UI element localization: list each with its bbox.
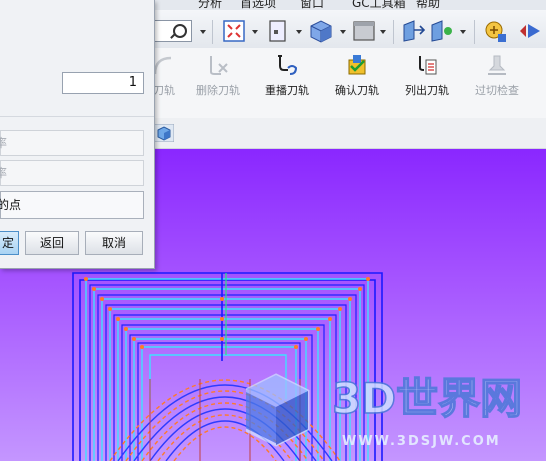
verify-toolpath-icon [348,55,366,75]
clip-section-icon[interactable] [400,19,426,43]
toolbar-divider [393,20,394,44]
list-toolpath-icon [419,56,437,75]
back-button[interactable]: 返回 [25,231,79,255]
gouge-check-button[interactable]: 过切检查 [468,48,526,118]
delete-toolpath-icon [210,56,228,75]
site-watermark: 3D世界网 WWW.3DSJW.COM [246,373,523,449]
chevron-down-icon[interactable] [252,30,258,34]
background-icon[interactable] [352,19,376,43]
gouge-check-icon [488,55,506,75]
watermark-title: 3D世界网 [332,374,522,423]
chevron-down-icon[interactable] [460,30,466,34]
verify-toolpath-button[interactable]: 确认刀轨 [328,48,386,118]
play-icon[interactable] [516,19,544,43]
tool-label: 列出刀轨 [405,84,449,97]
snap-view-icon[interactable] [266,19,290,43]
toolbar-divider [474,20,475,44]
point-field[interactable]: 的点 [0,191,144,219]
toolbar-divider [212,20,213,44]
delete-toolpath-button[interactable]: 删除刀轨 [190,48,246,118]
cancel-button[interactable]: 取消 [85,231,143,255]
chevron-down-icon[interactable] [200,30,206,34]
chevron-down-icon[interactable] [340,30,346,34]
rate-field-2[interactable]: 率 [0,160,144,186]
assembly-navigator-icon[interactable] [482,19,508,43]
chevron-down-icon[interactable] [380,30,386,34]
fit-view-icon[interactable] [222,19,246,43]
operation-dialog: 1 率 率 的点 定 返回 取消 [0,0,155,269]
replay-toolpath-button[interactable]: 重播刀轨 [258,48,316,118]
watermark-url: WWW.3DSJW.COM [342,434,501,449]
tool-label: 过切检查 [475,84,519,97]
ok-button[interactable]: 定 [0,231,19,255]
shaded-view-icon[interactable] [308,19,334,43]
number-input[interactable]: 1 [62,72,144,94]
tool-label: 重播刀轨 [265,84,309,97]
part-navigator-icon[interactable] [154,124,174,142]
command-finder-input[interactable] [150,20,192,42]
tool-label: 删除刀轨 [196,84,240,97]
rate-field-1[interactable]: 率 [0,130,144,156]
edit-section-icon[interactable] [428,19,454,43]
chevron-down-icon[interactable] [296,30,302,34]
tool-label: 确认刀轨 [335,84,379,97]
replay-toolpath-icon [278,55,298,75]
search-icon [173,24,187,38]
list-toolpath-button[interactable]: 列出刀轨 [398,48,456,118]
dialog-divider [0,116,154,117]
